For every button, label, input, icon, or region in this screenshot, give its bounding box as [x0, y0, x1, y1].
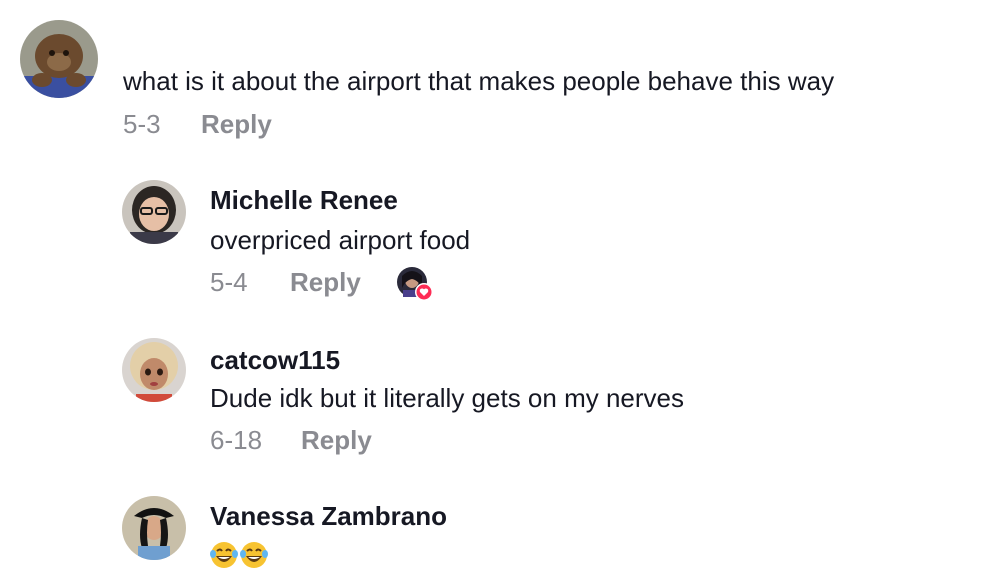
reply-button[interactable]: Reply	[201, 108, 272, 140]
creator-liked-badge	[396, 266, 434, 302]
liked-by-creator-avatar-icon	[397, 267, 433, 301]
reply-button[interactable]: Reply	[301, 424, 372, 456]
user-avatar-icon[interactable]	[122, 180, 186, 244]
emoji-row	[210, 540, 270, 570]
reply-text: Dude idk but it literally gets on my ner…	[210, 383, 684, 413]
reply-item: Michelle Renee overpriced airport food 5…	[0, 170, 982, 310]
comment-item: what is it about the airport that makes …	[0, 0, 982, 150]
reply-username[interactable]: Michelle Renee	[210, 184, 398, 216]
orangutan-avatar-icon[interactable]	[20, 20, 98, 98]
reply-username[interactable]: catcow115	[210, 344, 340, 376]
reply-username[interactable]: Vanessa Zambrano	[210, 500, 447, 532]
comment-date: 5-3	[123, 109, 161, 139]
doll-avatar-icon[interactable]	[122, 338, 186, 402]
comment-text: what is it about the airport that makes …	[123, 66, 835, 96]
reply-date: 6-18	[210, 425, 263, 455]
laughing-tears-emoji	[210, 542, 238, 568]
heart-badge-icon	[415, 283, 433, 301]
user-avatar-icon[interactable]	[122, 496, 186, 560]
reply-item: Vanessa Zambrano	[0, 488, 982, 576]
laughing-tears-emoji	[240, 542, 268, 568]
reply-item: catcow115 Dude idk but it literally gets…	[0, 330, 982, 470]
reply-date: 5-4	[210, 267, 248, 297]
reply-text: overpriced airport food	[210, 225, 471, 255]
reply-button[interactable]: Reply	[290, 266, 361, 298]
